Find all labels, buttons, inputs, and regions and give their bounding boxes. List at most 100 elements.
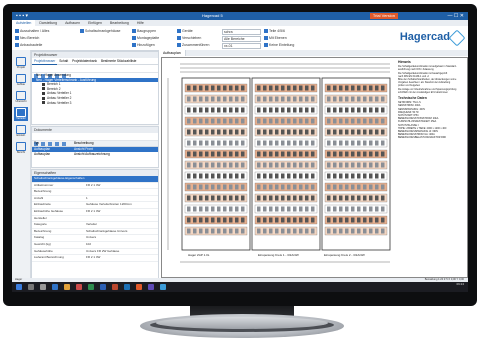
device-mark: [257, 217, 261, 223]
ribbon-right-0[interactable]: Teile 4/5/6: [264, 29, 285, 34]
quick-access-icons[interactable]: ▪ ▪ ▪ ▾: [16, 12, 28, 20]
property-row[interactable]: Hersteller: [32, 216, 158, 223]
ribbon-btn-3[interactable]: Schaltschrankgehäuse: [80, 29, 120, 34]
project-tab[interactable]: Bestimmte Stückzahlliste: [99, 58, 138, 64]
device-mark: [223, 96, 227, 102]
ribbon-btn-8[interactable]: Verschieben: [177, 36, 201, 41]
device-mark: [281, 173, 285, 179]
device-mark: [357, 118, 361, 124]
property-row[interactable]: Einbauhöhe Gehäuse FR 2 1 4W: [32, 209, 158, 216]
device-mark: [287, 217, 291, 223]
rail-item[interactable]: Projekt: [14, 56, 28, 70]
property-row[interactable]: Artikelnummer FR 2 1 4W: [32, 183, 158, 190]
device-mark: [363, 195, 367, 201]
ribbon-right-1[interactable]: Mit Ebenen: [264, 36, 287, 41]
device-mark: [193, 217, 197, 223]
property-row[interactable]: Katalog Univers: [32, 235, 158, 242]
app-icon[interactable]: [76, 284, 82, 290]
property-row[interactable]: Einbaubreite Gehäuse Verteilerbreiten 120…: [32, 202, 158, 209]
rail-item[interactable]: Einstell.: [14, 124, 28, 138]
device-mark: [211, 184, 215, 190]
search-input[interactable]: schra: [222, 29, 261, 35]
start-icon[interactable]: [16, 284, 22, 290]
device-mark: [305, 118, 309, 124]
edge-icon[interactable]: [52, 284, 58, 290]
area-dropdown[interactable]: Alle Bereiche: [222, 36, 261, 42]
device-mark: [235, 151, 239, 157]
hagercad-icon[interactable]: [160, 284, 166, 290]
drawing-canvas[interactable]: Hager ZAP 1.0L Einspeisung Kreis 1 - 3/2…: [161, 57, 468, 278]
system-tray[interactable]: 09:24: [456, 282, 464, 287]
device-mark: [293, 151, 297, 157]
device-mark: [345, 96, 349, 102]
ribbon-btn-4[interactable]: Baugruppen: [132, 29, 156, 34]
license-badge[interactable]: Trial Version: [369, 13, 398, 19]
ribbon-btn-5[interactable]: Montageplatte: [132, 36, 159, 41]
device-mark: [293, 107, 297, 113]
device-mark: [287, 162, 291, 168]
ribbon-btn-6[interactable]: Hinzufügen: [132, 43, 155, 48]
property-row[interactable]: Bezeichnung Schaltschrankgehäuse Univers: [32, 229, 158, 236]
device-mark: [235, 140, 239, 146]
project-tab[interactable]: Schalt: [57, 58, 70, 64]
pdf-icon[interactable]: [136, 284, 142, 290]
teams-icon[interactable]: [148, 284, 154, 290]
cabinet-label-3: Einspeisung Kreis 2 - 3/2A/4W: [324, 253, 365, 257]
table-row[interactable]: Aufbauplan Ansicht Aufbauzeichnung: [32, 152, 158, 157]
property-row[interactable]: Lieferant Bezeichnung FR 2 1 4W: [32, 255, 158, 262]
word-icon[interactable]: [100, 284, 106, 290]
property-row[interactable]: Bezeichnung: [32, 189, 158, 196]
device-mark: [257, 162, 261, 168]
col-desc[interactable]: Beschreibung: [72, 141, 94, 146]
device-mark: [199, 151, 203, 157]
task-view-icon[interactable]: [40, 284, 46, 290]
device-mark: [363, 184, 367, 190]
ribbon-label: Hinzufügen: [137, 43, 155, 47]
rail-item[interactable]: Verteiler: [14, 107, 28, 121]
ribbon-btn-2[interactable]: Anbaubauteile: [15, 43, 42, 48]
device-mark: [293, 217, 297, 223]
property-row[interactable]: Gewicht (kg) 102: [32, 242, 158, 249]
device-mark: [281, 129, 285, 135]
property-row[interactable]: Anzahl 1: [32, 196, 158, 203]
explorer-icon[interactable]: [64, 284, 70, 290]
device-mark: [281, 228, 285, 234]
ribbon-btn-1[interactable]: Neu Bereich: [15, 36, 39, 41]
device-mark: [381, 118, 385, 124]
col-type[interactable]: Typ: [32, 141, 72, 146]
device-mark: [275, 228, 279, 234]
window-controls-icon[interactable]: — ☐ ✕: [448, 12, 464, 20]
powerpoint-icon[interactable]: [112, 284, 118, 290]
ribbon-btn-0[interactable]: Ausschalten / Alles: [15, 29, 49, 34]
property-value: 1: [86, 195, 88, 200]
device-mark: [357, 206, 361, 212]
excel-icon[interactable]: [88, 284, 94, 290]
rail-item[interactable]: Übersicht: [14, 90, 28, 104]
device-mark: [345, 118, 349, 124]
device-mark: [281, 206, 285, 212]
document-tab[interactable]: Aufbauplan: [159, 50, 186, 56]
drawing-notes: Hinweis Die Schaltgerätekombination ist …: [398, 58, 466, 140]
ribbon-btn-9[interactable]: Zusammenführen: [177, 43, 209, 48]
properties-grid: Artikelnummer FR 2 1 4W Bezeichnung Anzahl 1…: [32, 183, 158, 262]
device-mark: [299, 129, 303, 135]
property-row[interactable]: Gehäusehöhe Univers FR 2W Gehäuse: [32, 249, 158, 256]
project-tab[interactable]: Projektbrowser: [32, 58, 58, 65]
project-tab[interactable]: Projektdatenbank: [70, 58, 99, 64]
ribbon-icon: [132, 43, 136, 48]
ribbon-right-2[interactable]: Keine Einteilung: [264, 43, 294, 48]
outlook-icon[interactable]: [124, 284, 130, 290]
tree-item[interactable]: Anbau Verteiler 3: [32, 101, 158, 106]
property-row[interactable]: Kategorie Verteiler: [32, 222, 158, 229]
search-icon[interactable]: [28, 284, 34, 290]
device-mark: [369, 162, 373, 168]
rail-item[interactable]: Bericht: [14, 141, 28, 155]
device-mark: [223, 206, 227, 212]
device-mark: [229, 195, 233, 201]
document-tabs: Aufbauplan: [159, 50, 468, 56]
rail-item[interactable]: Aufbau: [14, 73, 28, 87]
scale-field[interactable]: xx-01: [222, 43, 261, 49]
ribbon-btn-7[interactable]: Geräte: [177, 29, 193, 34]
device-mark: [375, 217, 379, 223]
rail-icon: [16, 74, 26, 83]
